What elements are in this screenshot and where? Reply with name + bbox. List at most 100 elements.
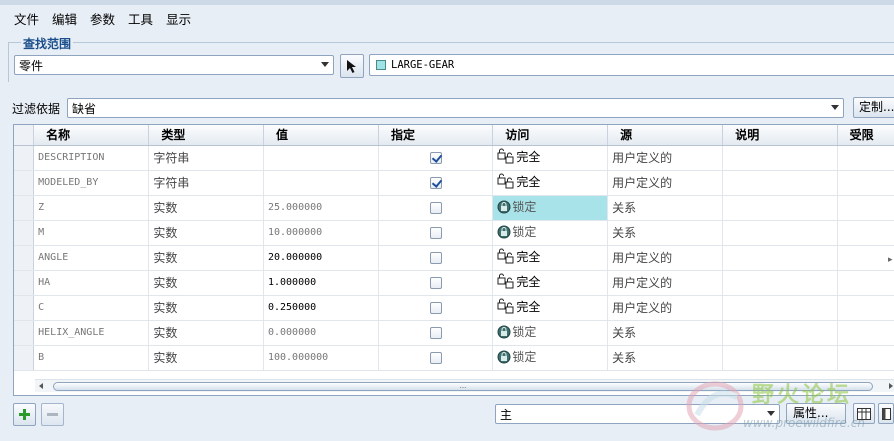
access-cell[interactable]: 完全 <box>492 170 609 196</box>
param-restricted[interactable] <box>837 145 894 171</box>
param-source[interactable]: 用户定义的 <box>607 270 724 296</box>
param-source[interactable]: 用户定义的 <box>607 245 724 271</box>
access-cell[interactable]: 完全 <box>492 270 609 296</box>
scroll-left-icon[interactable] <box>39 383 43 389</box>
param-restricted[interactable] <box>837 320 894 346</box>
param-type[interactable]: 实数 <box>148 320 264 346</box>
param-name[interactable]: M <box>33 220 150 246</box>
table-row[interactable]: C 实数 0.250000 完全 用户定义的 <box>14 295 894 321</box>
designate-checkbox[interactable] <box>429 252 442 264</box>
designate-cell[interactable] <box>378 320 494 346</box>
table-row[interactable]: B 实数 100.000000 锁定 关系 <box>14 345 894 371</box>
access-cell[interactable]: 锁定 <box>492 195 609 221</box>
param-name[interactable]: B <box>33 345 150 371</box>
param-restricted[interactable] <box>837 270 894 296</box>
menu-tools[interactable]: 工具 <box>128 9 153 28</box>
designate-cell[interactable] <box>378 195 494 221</box>
column-header-restricted[interactable]: 受限 <box>837 125 894 146</box>
param-type[interactable]: 字符串 <box>148 145 264 171</box>
param-value[interactable] <box>263 170 380 196</box>
param-restricted[interactable] <box>837 345 894 371</box>
designate-cell[interactable] <box>378 345 494 371</box>
param-type[interactable]: 实数 <box>148 270 264 296</box>
param-source[interactable]: 用户定义的 <box>607 295 724 321</box>
param-restricted[interactable] <box>837 245 894 271</box>
param-source[interactable]: 关系 <box>607 345 724 371</box>
table-row[interactable]: HELIX_ANGLE 实数 0.000000 锁定 关系 <box>14 320 894 346</box>
param-source[interactable]: 用户定义的 <box>607 170 724 196</box>
param-restricted[interactable] <box>837 170 894 196</box>
row-handle[interactable] <box>14 195 35 221</box>
param-source[interactable]: 关系 <box>607 220 724 246</box>
param-description[interactable] <box>722 345 838 371</box>
param-restricted[interactable] <box>837 195 894 221</box>
param-name[interactable]: MODELED_BY <box>33 170 150 196</box>
param-name[interactable]: HELIX_ANGLE <box>33 320 150 346</box>
designate-checkbox[interactable] <box>429 202 442 214</box>
designate-checkbox[interactable] <box>429 327 442 339</box>
designate-checkbox[interactable] <box>429 227 442 239</box>
designate-cell[interactable] <box>378 170 494 196</box>
param-type[interactable]: 实数 <box>148 195 264 221</box>
param-source[interactable]: 关系 <box>607 195 724 221</box>
param-name[interactable]: Z <box>33 195 150 221</box>
select-model-button[interactable] <box>340 54 364 78</box>
menu-edit[interactable]: 编辑 <box>52 9 77 28</box>
menu-display[interactable]: 显示 <box>166 9 191 28</box>
column-header-source[interactable]: 源 <box>607 125 724 146</box>
designate-cell[interactable] <box>378 270 494 296</box>
custom-button[interactable]: 定制... <box>853 97 894 118</box>
param-value[interactable] <box>263 145 380 171</box>
access-cell[interactable]: 完全 <box>492 295 609 321</box>
menu-parameters[interactable]: 参数 <box>90 9 115 28</box>
designate-cell[interactable] <box>378 220 494 246</box>
column-header-name[interactable]: 名称 <box>33 125 150 146</box>
add-parameter-button[interactable] <box>13 403 36 426</box>
designate-checkbox[interactable] <box>429 302 442 314</box>
param-name[interactable]: HA <box>33 270 150 296</box>
table-row[interactable]: ANGLE 实数 20.000000 完全 用户定义的 <box>14 245 894 271</box>
param-source[interactable]: 用户定义的 <box>607 145 724 171</box>
param-description[interactable] <box>722 295 838 321</box>
menu-file[interactable]: 文件 <box>14 9 39 28</box>
param-value[interactable]: 10.000000 <box>263 220 380 246</box>
param-value[interactable]: 1.000000 <box>263 270 380 296</box>
param-description[interactable] <box>722 145 838 171</box>
access-cell[interactable]: 锁定 <box>492 320 609 346</box>
access-cell[interactable]: 锁定 <box>492 220 609 246</box>
param-value[interactable]: 0.250000 <box>263 295 380 321</box>
param-name[interactable]: ANGLE <box>33 245 150 271</box>
param-type[interactable]: 实数 <box>148 245 264 271</box>
row-handle[interactable] <box>14 345 35 371</box>
param-type[interactable]: 实数 <box>148 220 264 246</box>
table-row[interactable]: MODELED_BY 字符串 完全 用户定义的 <box>14 170 894 196</box>
table-row[interactable]: DESCRIPTION 字符串 完全 用户定义的 <box>14 145 894 171</box>
param-value[interactable]: 0.000000 <box>263 320 380 346</box>
column-header-value[interactable]: 值 <box>263 125 380 146</box>
table-row[interactable]: Z 实数 25.000000 锁定 关系 <box>14 195 894 221</box>
row-handle[interactable] <box>14 170 35 196</box>
designate-cell[interactable] <box>378 295 494 321</box>
access-cell[interactable]: 完全 <box>492 145 609 171</box>
access-cell[interactable]: 锁定 <box>492 345 609 371</box>
param-description[interactable] <box>722 170 838 196</box>
param-description[interactable] <box>722 245 838 271</box>
remove-parameter-button[interactable] <box>41 403 64 426</box>
param-description[interactable] <box>722 220 838 246</box>
designate-checkbox[interactable] <box>429 177 442 189</box>
row-handle[interactable] <box>14 320 35 346</box>
param-value[interactable]: 100.000000 <box>263 345 380 371</box>
column-header-access[interactable]: 访问 <box>492 125 609 146</box>
param-description[interactable] <box>722 270 838 296</box>
param-restricted[interactable] <box>837 220 894 246</box>
param-name[interactable]: C <box>33 295 150 321</box>
param-type[interactable]: 实数 <box>148 295 264 321</box>
scope-type-select[interactable]: 零件 <box>14 55 334 75</box>
param-description[interactable] <box>722 320 838 346</box>
param-name[interactable]: DESCRIPTION <box>33 145 150 171</box>
column-header-designate[interactable]: 指定 <box>378 125 494 146</box>
column-header-description[interactable]: 说明 <box>722 125 838 146</box>
param-source[interactable]: 关系 <box>607 320 724 346</box>
param-type[interactable]: 实数 <box>148 345 264 371</box>
designate-checkbox[interactable] <box>429 277 442 289</box>
